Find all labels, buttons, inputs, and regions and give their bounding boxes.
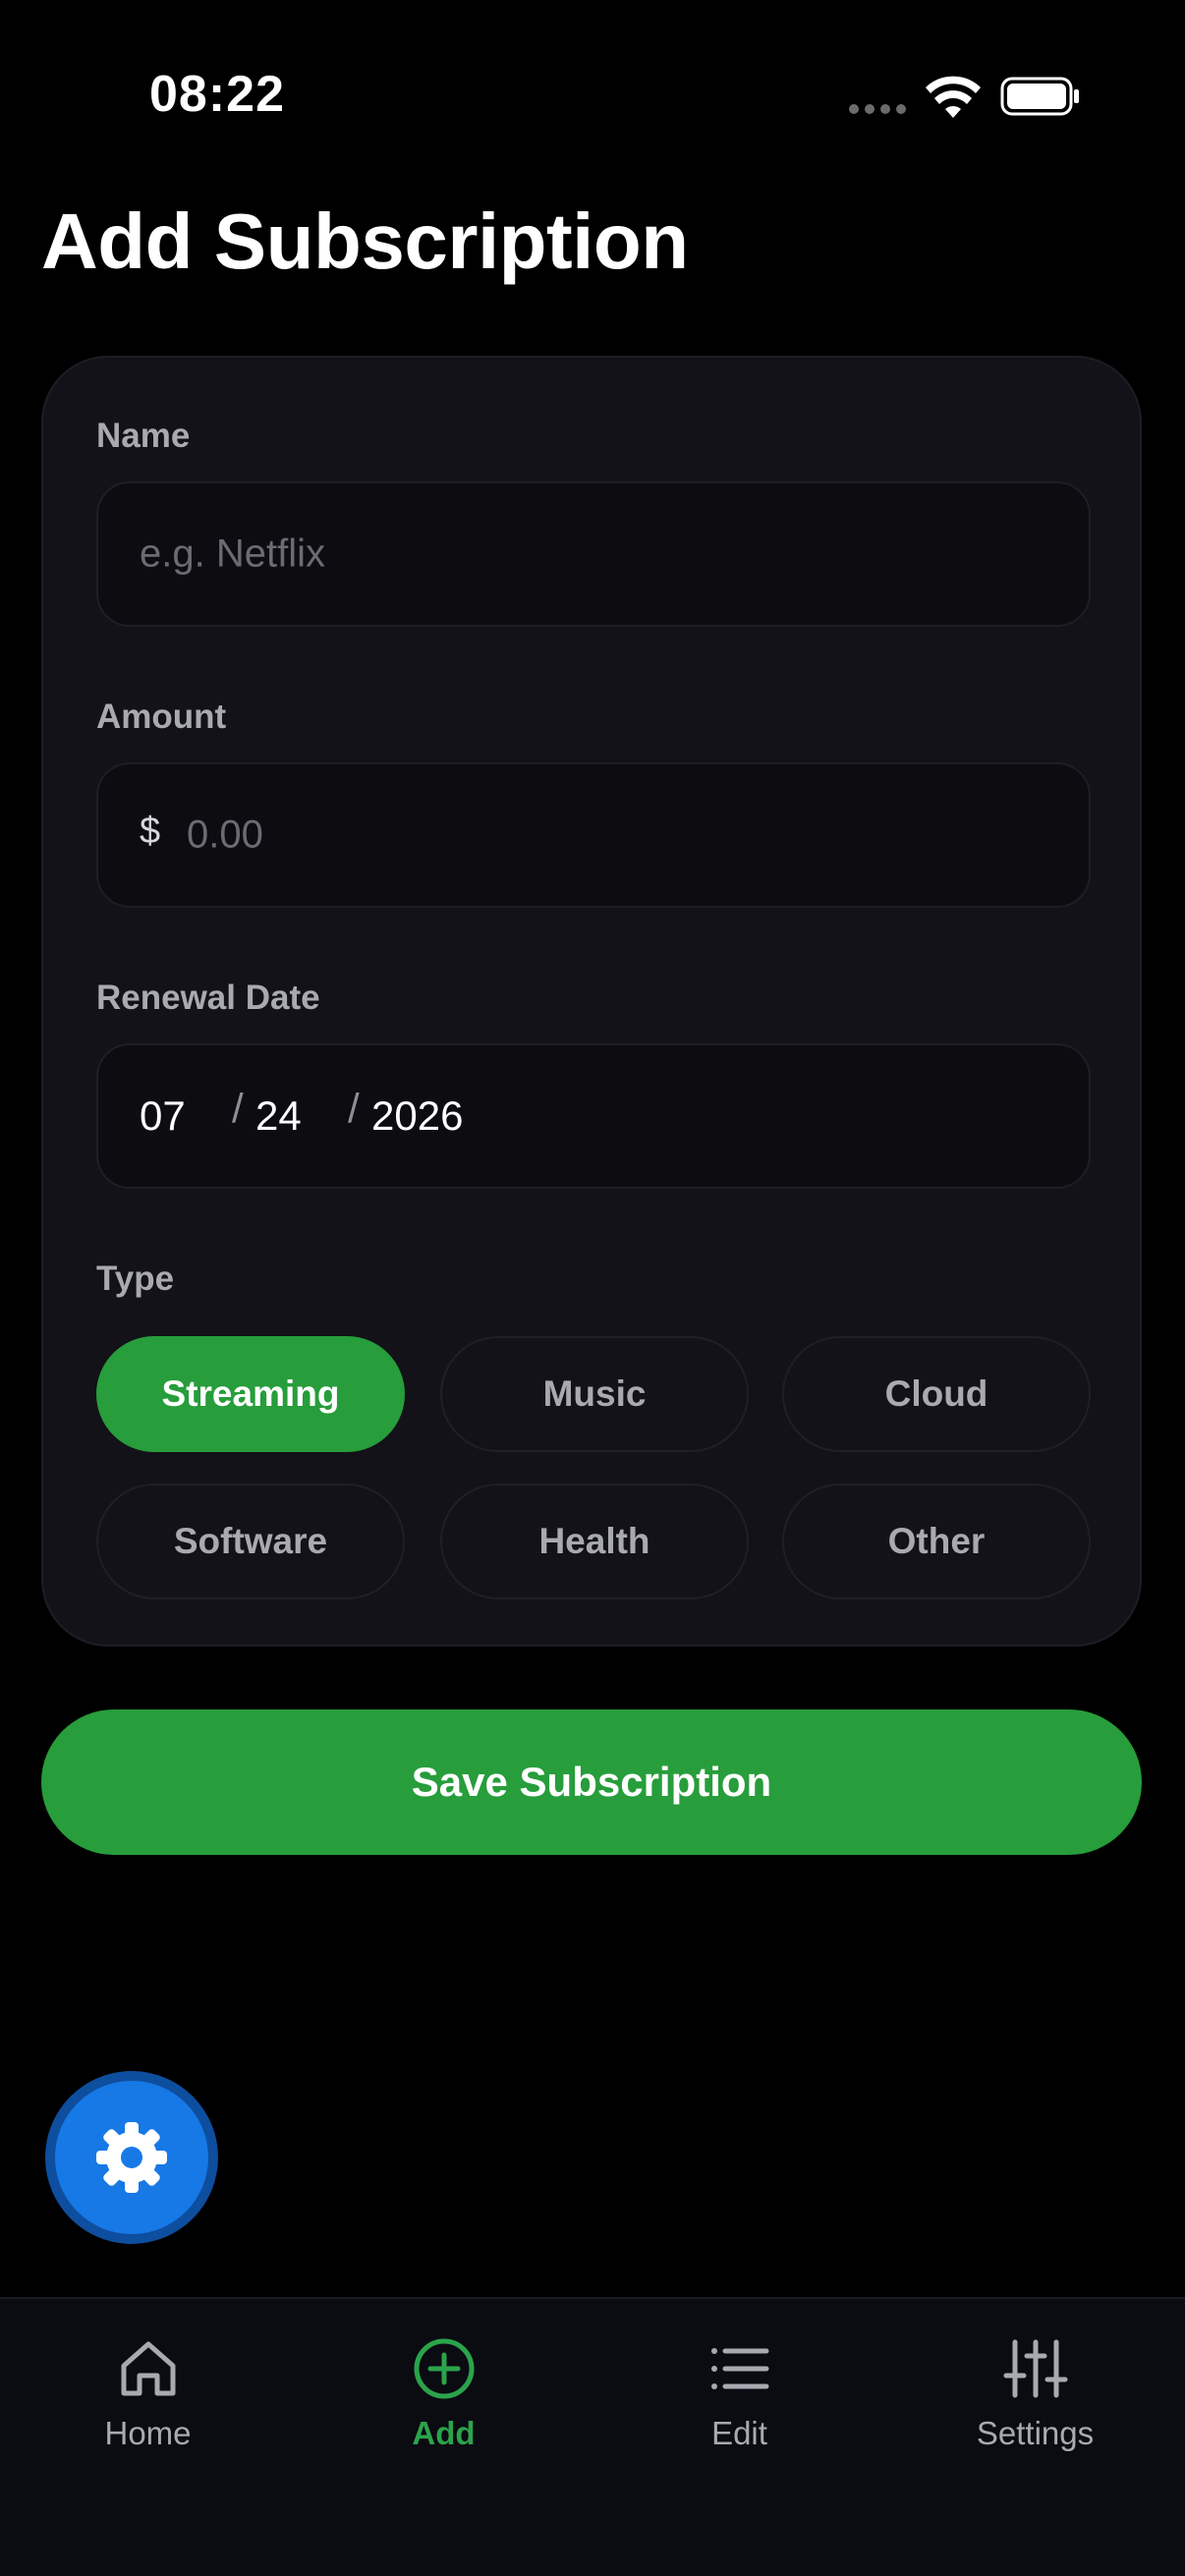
currency-symbol: $ [140,811,161,853]
page-title: Add Subscription [41,197,689,285]
tab-home-label: Home [104,2415,192,2451]
date-separator: / [232,1085,244,1132]
gear-icon [96,2122,167,2193]
name-field[interactable]: e.g. Netflix [96,481,1091,627]
amount-field[interactable]: $ 0.00 [96,762,1091,908]
tab-edit[interactable]: Edit [592,2299,887,2495]
home-icon [121,2341,175,2396]
tab-settings[interactable]: Settings [887,2299,1183,2495]
type-chip-music[interactable]: Music [440,1336,749,1452]
tab-bar: Home Add Edit Settings [0,2297,1185,2576]
date-day-input[interactable]: 24 [255,1092,302,1140]
renewal-date-label: Renewal Date [96,979,320,1017]
list-icon [710,2348,768,2389]
tab-add-label: Add [412,2415,476,2451]
tab-home[interactable]: Home [0,2299,296,2495]
type-chip-health[interactable]: Health [440,1484,749,1599]
subscription-form-card: Name e.g. Netflix Amount $ 0.00 Renewal … [41,356,1142,1647]
signal-dots-icon [849,104,906,114]
name-label: Name [96,417,191,455]
tab-edit-label: Edit [711,2415,767,2451]
plus-circle-icon [414,2338,474,2399]
date-separator: / [348,1085,360,1132]
type-label: Type [96,1260,175,1298]
amount-label: Amount [96,698,227,736]
wifi-icon [926,76,981,118]
save-subscription-button[interactable]: Save Subscription [41,1709,1142,1855]
type-chip-cloud[interactable]: Cloud [782,1336,1091,1452]
type-chip-streaming[interactable]: Streaming [96,1336,405,1452]
date-month-input[interactable]: 07 [140,1092,186,1140]
status-time: 08:22 [149,66,285,123]
battery-icon [1000,77,1079,116]
date-year-input[interactable]: 2026 [371,1092,463,1140]
type-chip-software[interactable]: Software [96,1484,405,1599]
tab-settings-label: Settings [976,2415,1095,2451]
name-placeholder: e.g. Netflix [140,532,325,576]
settings-fab-button[interactable] [55,2081,208,2234]
sliders-icon [1003,2339,1067,2398]
type-chip-other[interactable]: Other [782,1484,1091,1599]
amount-placeholder: 0.00 [187,812,263,857]
tab-add[interactable]: Add [296,2299,592,2495]
renewal-date-field: 07 / 24 / 2026 [96,1043,1091,1189]
status-bar: 08:22 [0,0,1185,187]
